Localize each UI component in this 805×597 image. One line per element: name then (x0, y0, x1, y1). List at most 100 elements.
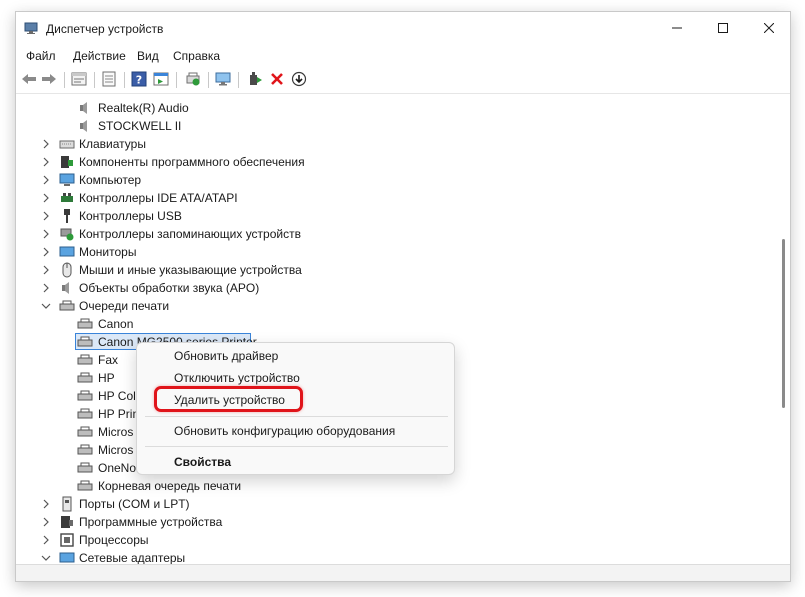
scrollbar-thumb[interactable] (782, 239, 785, 408)
chevron-right-icon[interactable] (40, 174, 52, 186)
tree-item-label: Процессоры (79, 533, 149, 547)
tree-item-realtek-audio[interactable]: Realtek(R) Audio (16, 99, 774, 117)
processor-icon (59, 532, 75, 548)
scan-hardware-icon[interactable] (184, 70, 202, 88)
chevron-right-icon[interactable] (40, 138, 52, 150)
speaker-icon (59, 280, 75, 296)
tree-item-label: Micros (98, 443, 134, 457)
menu-view[interactable]: Вид (135, 49, 161, 63)
tree-item-label: Программные устройства (79, 515, 223, 529)
tree-category-software-components[interactable]: Компоненты программного обеспечения (16, 153, 774, 171)
printer-icon (77, 424, 93, 440)
tree-item-root-print-queue[interactable]: Корневая очередь печати (16, 477, 774, 495)
menu-separator (145, 446, 448, 447)
chevron-right-icon[interactable] (40, 282, 52, 294)
printer-icon (77, 352, 93, 368)
chevron-right-icon[interactable] (40, 264, 52, 276)
tree-item-label: STOCKWELL II (98, 119, 182, 133)
forward-arrow-icon[interactable] (40, 70, 58, 88)
menu-properties[interactable]: Свойства (174, 455, 231, 469)
update-driver-icon[interactable] (246, 70, 264, 88)
tree-category-ports[interactable]: Порты (COM и LPT) (16, 495, 774, 513)
window-title: Диспетчер устройств (46, 22, 164, 36)
software-component-icon (59, 154, 75, 170)
status-bar (16, 564, 790, 581)
tree-category-processors[interactable]: Процессоры (16, 531, 774, 549)
tree-item-label: HP (98, 371, 115, 385)
tree-category-print-queues[interactable]: Очереди печати (16, 297, 774, 315)
back-arrow-icon[interactable] (20, 70, 38, 88)
chevron-right-icon[interactable] (40, 246, 52, 258)
menu-action[interactable]: Действие (71, 49, 128, 63)
port-icon (59, 496, 75, 512)
printer-icon (77, 370, 93, 386)
chevron-right-icon[interactable] (40, 498, 52, 510)
chevron-right-icon[interactable] (40, 192, 52, 204)
tree-category-usb[interactable]: Контроллеры USB (16, 207, 774, 225)
toolbar-separator (176, 72, 177, 88)
tree-category-storage[interactable]: Контроллеры запоминающих устройств (16, 225, 774, 243)
menu-help[interactable]: Справка (171, 49, 222, 63)
tree-category-computer[interactable]: Компьютер (16, 171, 774, 189)
toolbar-divider (16, 93, 790, 94)
show-hide-icon[interactable] (100, 70, 118, 88)
minimize-button[interactable] (654, 12, 700, 44)
printer-icon (77, 334, 93, 350)
toolbar-separator (124, 72, 125, 88)
tree-item-label: Canon (98, 317, 134, 331)
tree-item-canon[interactable]: Canon (16, 315, 774, 333)
title-bar: Диспетчер устройств (16, 12, 790, 46)
menu-disable-device[interactable]: Отключить устройство (174, 371, 300, 385)
tree-category-apo[interactable]: Объекты обработки звука (APO) (16, 279, 774, 297)
chevron-right-icon[interactable] (40, 228, 52, 240)
device-tree: Realtek(R) Audio STOCKWELL II Клавиатуры… (16, 96, 774, 564)
tree-item-label: OneNo (98, 461, 137, 475)
device-manager-app-icon (24, 21, 38, 35)
tree-item-label: HP Prin (98, 407, 140, 421)
tree-item-label: Объекты обработки звука (APO) (79, 281, 260, 295)
tree-item-label: Realtek(R) Audio (98, 101, 189, 115)
chevron-down-icon[interactable] (40, 300, 52, 312)
computer-icon (59, 172, 75, 188)
menu-file[interactable]: Файл (24, 49, 58, 63)
properties-icon[interactable] (70, 70, 88, 88)
menu-uninstall-device[interactable]: Удалить устройство (174, 393, 285, 407)
tree-item-label: Контроллеры IDE ATA/ATAPI (79, 191, 238, 205)
menu-update-driver[interactable]: Обновить драйвер (174, 349, 278, 363)
tree-item-label: Порты (COM и LPT) (79, 497, 190, 511)
chevron-right-icon[interactable] (40, 210, 52, 222)
uninstall-x-icon[interactable] (268, 70, 286, 88)
keyboard-icon (59, 136, 75, 152)
tree-category-network-adapters[interactable]: Сетевые адаптеры (16, 549, 774, 564)
close-button[interactable] (746, 12, 790, 44)
printer-icon (77, 478, 93, 494)
help-icon[interactable]: ? (130, 70, 148, 88)
tree-item-stockwell[interactable]: STOCKWELL II (16, 117, 774, 135)
tree-item-label: Мыши и иные указывающие устройства (79, 263, 302, 277)
tree-category-mice[interactable]: Мыши и иные указывающие устройства (16, 261, 774, 279)
context-menu: Обновить драйвер Отключить устройство Уд… (136, 342, 455, 475)
chevron-right-icon[interactable] (40, 516, 52, 528)
chevron-right-icon[interactable] (40, 156, 52, 168)
download-icon[interactable] (290, 70, 308, 88)
vertical-scrollbar[interactable] (776, 96, 790, 564)
storage-controller-icon (59, 226, 75, 242)
action-pane-icon[interactable] (152, 70, 170, 88)
mouse-icon (59, 262, 75, 278)
network-adapter-icon (59, 550, 75, 564)
tree-category-software-devices[interactable]: Программные устройства (16, 513, 774, 531)
ide-controller-icon (59, 190, 75, 206)
chevron-right-icon[interactable] (40, 534, 52, 546)
printer-icon (77, 460, 93, 476)
maximize-button[interactable] (700, 12, 746, 44)
chevron-down-icon[interactable] (40, 552, 52, 564)
tree-category-keyboards[interactable]: Клавиатуры (16, 135, 774, 153)
tree-category-ide[interactable]: Контроллеры IDE ATA/ATAPI (16, 189, 774, 207)
tree-category-monitors[interactable]: Мониторы (16, 243, 774, 261)
monitor-icon[interactable] (214, 70, 232, 88)
tree-item-label: Мониторы (79, 245, 137, 259)
speaker-icon (77, 118, 93, 134)
toolbar-separator (94, 72, 95, 88)
monitor-icon (59, 244, 75, 260)
menu-scan-hardware[interactable]: Обновить конфигурацию оборудования (174, 424, 395, 438)
